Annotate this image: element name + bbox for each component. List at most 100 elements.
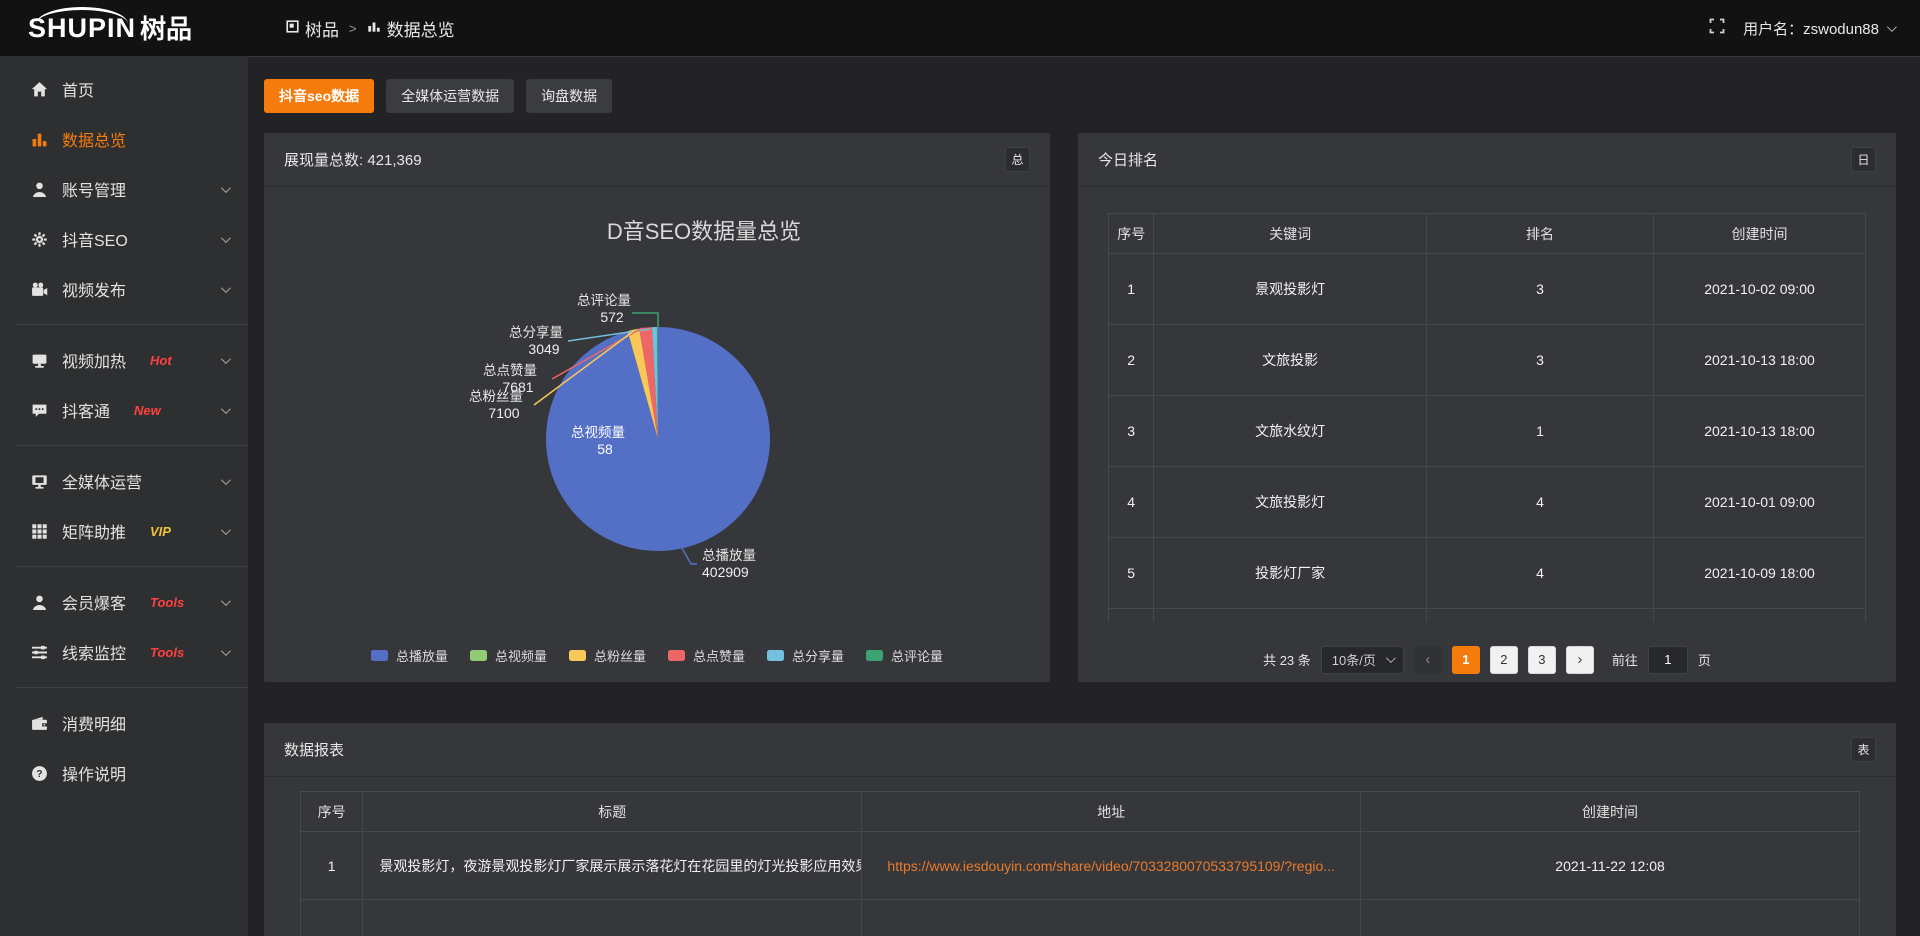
cell-rank: 3 [1426, 254, 1653, 325]
table-badge-button[interactable]: 表 [1851, 737, 1876, 762]
sidebar-item-matrix-boost[interactable]: 矩阵助推 VIP [0, 506, 248, 556]
breadcrumb-root-label: 树品 [305, 16, 339, 41]
table-row: 3 文旅水纹灯 1 2021-10-13 18:00 [1109, 396, 1866, 467]
col-created: 创建时间 [1361, 792, 1860, 832]
sidebar-item-data-overview[interactable]: 数据总览 [0, 114, 248, 164]
legend-chip [767, 650, 784, 661]
user-menu[interactable]: 用户名：zswodun88 [1743, 18, 1894, 39]
pie-value-videos: 58 [597, 441, 613, 457]
sidebar-item-label: 视频发布 [62, 277, 126, 301]
report-panel-header: 数据报表 表 [264, 723, 1896, 777]
day-badge-button[interactable]: 日 [1851, 147, 1876, 172]
sidebar-item-instructions[interactable]: ? 操作说明 [0, 748, 248, 798]
sidebar: 首页 数据总览 账号管理 抖音SEO 视频发布 [0, 56, 248, 936]
cell-index: 3 [1109, 396, 1154, 467]
tab-inquiry-data[interactable]: 询盘数据 [526, 79, 612, 113]
sidebar-item-douketong[interactable]: 抖客通 New [0, 385, 248, 435]
sidebar-divider [16, 687, 248, 688]
tab-omnimedia-data[interactable]: 全媒体运营数据 [386, 79, 514, 113]
sidebar-item-consumption[interactable]: 消费明细 [0, 698, 248, 748]
legend-item-videos[interactable]: 总视频量 [470, 646, 547, 665]
table-row: 4 文旅投影灯 4 2021-10-01 09:00 [1109, 467, 1866, 538]
page-button-1[interactable]: 1 [1452, 646, 1480, 674]
pie-chart-area: D音SEO数据量总览 总评论量 572 总分享量 3049 总 [264, 187, 1050, 681]
question-icon: ? [30, 764, 48, 782]
legend-item-plays[interactable]: 总播放量 [371, 646, 448, 665]
next-page-button[interactable]: › [1566, 646, 1594, 674]
pie-label-fans: 总粉丝量 [469, 389, 523, 404]
sidebar-item-label: 数据总览 [62, 127, 126, 151]
user-icon [30, 180, 48, 198]
fullscreen-icon[interactable] [1709, 18, 1725, 39]
ranking-table-area: 序号 关键词 排名 创建时间 1 景观投影灯 3 2021-10 [1078, 187, 1896, 674]
chevron-down-icon [221, 283, 231, 293]
legend-item-likes[interactable]: 总点赞量 [668, 646, 745, 665]
cell-keyword: 文旅水纹灯 [1154, 396, 1427, 467]
cell-index: 5 [1109, 538, 1154, 609]
table-row: 2 文旅投影 3 2021-10-13 18:00 [1109, 325, 1866, 396]
grid-icon [30, 522, 48, 540]
cell-keyword: 投影灯厂家 [1154, 538, 1427, 609]
pie-label-plays: 总播放量 [702, 548, 756, 563]
cell-title: 景观投影灯，夜游景观投影灯厂家展示展示落花灯在花园里的灯光投影应用效果 # [363, 832, 862, 900]
report-table: 序号 标题 地址 创建时间 1 景观投影灯，夜游景观投影灯厂家展示展示落花灯在花… [300, 791, 1860, 936]
col-index: 序号 [1109, 214, 1154, 254]
col-title: 标题 [363, 792, 862, 832]
leader-line-comments [632, 313, 658, 327]
pie-label-likes: 总点赞量 [483, 363, 537, 378]
pagination-total: 共 23 条 [1263, 650, 1311, 669]
sidebar-item-account[interactable]: 账号管理 [0, 164, 248, 214]
legend-item-comments[interactable]: 总评论量 [866, 646, 943, 665]
report-table-area: 序号 标题 地址 创建时间 1 景观投影灯，夜游景观投影灯厂家展示展示落花灯在花… [264, 777, 1896, 936]
table-row: 5 投影灯厂家 4 2021-10-09 18:00 [1109, 538, 1866, 609]
goto-page-input[interactable] [1648, 646, 1688, 674]
sidebar-item-omnimedia[interactable]: 全媒体运营 [0, 456, 248, 506]
cell-created: 2021-11-22 12:08 [1361, 832, 1860, 900]
sidebar-item-member-burst[interactable]: 会员爆客 Tools [0, 577, 248, 627]
cell-rank: 4 [1426, 538, 1653, 609]
overview-total-value: 421,369 [367, 152, 421, 169]
breadcrumb-root[interactable]: 树品 [286, 16, 339, 41]
legend-label: 总粉丝量 [594, 646, 646, 665]
sidebar-item-label: 抖音SEO [62, 227, 128, 251]
sidebar-item-video-heat[interactable]: 视频加热 Hot [0, 335, 248, 385]
legend-item-fans[interactable]: 总粉丝量 [569, 646, 646, 665]
username-label: 用户名：zswodun88 [1743, 18, 1879, 39]
cell-rank: 4 [1426, 467, 1653, 538]
chart-legend: 总播放量 总视频量 总粉丝量 总点赞量 总分享量 总评论量 [264, 646, 1050, 665]
page-button-2[interactable]: 2 [1490, 646, 1518, 674]
legend-label: 总播放量 [396, 646, 448, 665]
overview-panel: 展现量总数: 421,369 总 D音SEO数据量总览 [264, 133, 1050, 682]
table-row-partial [301, 900, 1860, 936]
legend-item-shares[interactable]: 总分享量 [767, 646, 844, 665]
breadcrumb-separator: > [349, 21, 357, 36]
col-keyword: 关键词 [1154, 214, 1427, 254]
tab-douyin-seo-data[interactable]: 抖音seo数据 [264, 79, 374, 113]
cell-index: 4 [1109, 467, 1154, 538]
sidebar-item-home[interactable]: 首页 [0, 64, 248, 114]
page-button-3[interactable]: 3 [1528, 646, 1556, 674]
chevron-down-icon [221, 596, 231, 606]
chevron-down-icon [1887, 22, 1897, 32]
legend-chip [371, 650, 388, 661]
sidebar-divider [16, 445, 248, 446]
breadcrumb-current[interactable]: 数据总览 [367, 16, 455, 41]
prev-page-button[interactable]: ‹ [1414, 646, 1442, 674]
cell-rank: 1 [1426, 396, 1653, 467]
pie-value-comments: 572 [600, 309, 624, 325]
total-badge-button[interactable]: 总 [1005, 147, 1030, 172]
top-row: 展现量总数: 421,369 总 D音SEO数据量总览 [264, 133, 1896, 682]
page-size-select[interactable]: 10条/页 [1321, 646, 1404, 674]
legend-label: 总视频量 [495, 646, 547, 665]
breadcrumb-current-label: 数据总览 [387, 16, 455, 41]
ranking-panel: 今日排名 日 序号 关键词 排名 创建时间 [1078, 133, 1896, 682]
sidebar-item-label: 视频加热 [62, 348, 126, 372]
table-header-row: 序号 标题 地址 创建时间 [301, 792, 1860, 832]
sidebar-item-video-publish[interactable]: 视频发布 [0, 264, 248, 314]
sidebar-item-douyin-seo[interactable]: 抖音SEO [0, 214, 248, 264]
video-link[interactable]: https://www.iesdouyin.com/share/video/70… [862, 858, 1360, 874]
chevron-down-icon [221, 525, 231, 535]
app-window: SHUPIN 树品 树品 > 数据总览 [0, 0, 1920, 936]
sidebar-item-lead-monitor[interactable]: 线索监控 Tools [0, 627, 248, 677]
ranking-title: 今日排名 [1098, 149, 1158, 170]
